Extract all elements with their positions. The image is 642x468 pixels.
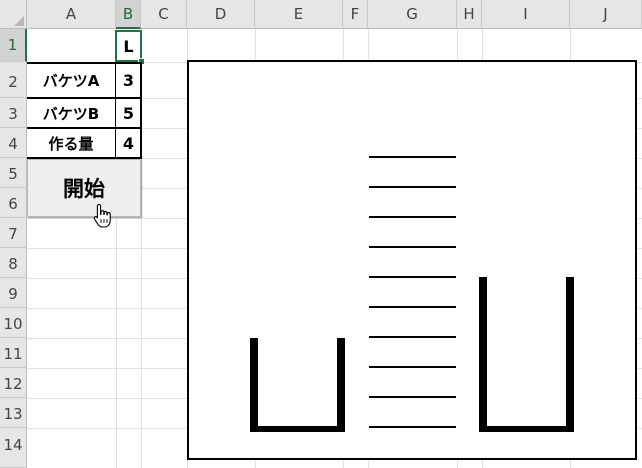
row-header-8[interactable]: 8 (0, 248, 27, 278)
row-header-3[interactable]: 3 (0, 98, 27, 128)
table-border (27, 97, 141, 99)
row-header-14[interactable]: 14 (0, 428, 27, 468)
row-header-5[interactable]: 5 (0, 158, 27, 188)
row-header-13[interactable]: 13 (0, 398, 27, 428)
gauge-mark (369, 426, 456, 428)
gauge-mark (369, 216, 456, 218)
table-border (27, 127, 141, 129)
spreadsheet: A B C D E F G H I J 1 2 3 4 5 6 7 8 9 10… (0, 0, 642, 468)
row-header-10[interactable]: 10 (0, 308, 27, 338)
bucket-a-left-wall (250, 338, 258, 430)
row-header-12[interactable]: 12 (0, 368, 27, 398)
gauge-mark (369, 246, 456, 248)
gauge-mark (369, 186, 456, 188)
bucket-b-bottom (479, 426, 574, 432)
select-all-corner[interactable] (0, 0, 27, 29)
table-border (27, 62, 141, 64)
cell-a2[interactable]: バケツA (27, 62, 116, 98)
column-header-f[interactable]: F (343, 0, 368, 29)
column-header-b[interactable]: B (116, 0, 141, 29)
hand-pointer-icon (93, 203, 113, 233)
column-header-c[interactable]: C (141, 0, 187, 29)
cell-b4[interactable]: 4 (116, 128, 141, 158)
column-header-d[interactable]: D (187, 0, 255, 29)
gauge-mark (369, 396, 456, 398)
gauge-mark (369, 306, 456, 308)
row-header-2[interactable]: 2 (0, 62, 27, 98)
row-header-7[interactable]: 7 (0, 218, 27, 248)
row-header-11[interactable]: 11 (0, 338, 27, 368)
column-header-g[interactable]: G (368, 0, 457, 29)
table-border (140, 62, 142, 159)
column-header-e[interactable]: E (255, 0, 343, 29)
row-header-9[interactable]: 9 (0, 278, 27, 308)
cell-b2[interactable]: 3 (116, 62, 141, 98)
bucket-b-left-wall (479, 277, 487, 430)
gauge-mark (369, 276, 456, 278)
gauge-mark (369, 366, 456, 368)
column-header-i[interactable]: I (482, 0, 570, 29)
cell-b3[interactable]: 5 (116, 98, 141, 128)
bucket-a-bottom (250, 426, 345, 432)
row-header-1[interactable]: 1 (0, 29, 27, 62)
gauge-mark (369, 336, 456, 338)
column-header-a[interactable]: A (27, 0, 116, 29)
bucket-b-right-wall (566, 277, 574, 430)
row-header-4[interactable]: 4 (0, 128, 27, 158)
bucket-a-right-wall (337, 338, 345, 430)
cell-a4[interactable]: 作る量 (27, 128, 116, 158)
row-header-6[interactable]: 6 (0, 188, 27, 218)
start-button[interactable]: 開始 (27, 159, 141, 217)
gauge-mark (369, 156, 456, 158)
cell-a3[interactable]: バケツB (27, 98, 116, 128)
column-header-j[interactable]: J (570, 0, 642, 29)
column-header-h[interactable]: H (457, 0, 482, 29)
